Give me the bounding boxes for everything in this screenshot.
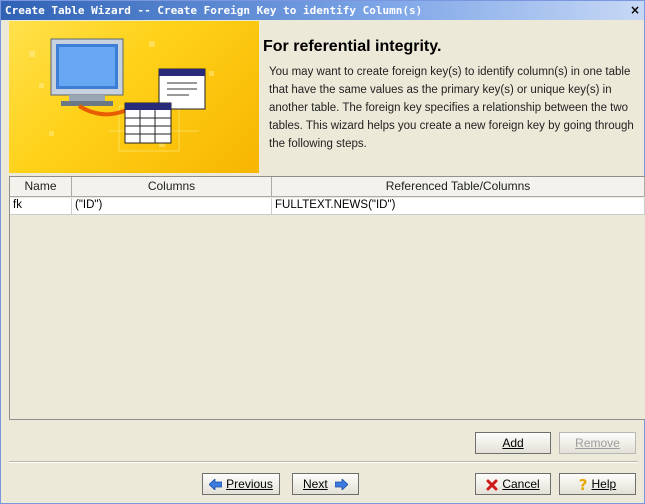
wizard-window: Create Table Wizard -- Create Foreign Ke… [0, 0, 645, 504]
question-mark-icon: ? [578, 475, 588, 494]
monitor-table-illustration-icon [29, 38, 214, 152]
window-title: Create Table Wizard -- Create Foreign Ke… [5, 4, 423, 17]
help-button[interactable]: ? Help [559, 473, 636, 495]
wizard-header: For referential integrity. You may want … [259, 21, 644, 173]
previous-button-label: Previous [226, 477, 273, 491]
table-header: Name Columns Referenced Table/Columns [10, 177, 645, 197]
foreign-key-table: Name Columns Referenced Table/Columns fk… [9, 176, 645, 420]
page-description: You may want to create foreign key(s) to… [269, 66, 634, 150]
cell-referenced[interactable]: FULLTEXT.NEWS("ID") [272, 198, 645, 214]
remove-button-label: Remove [575, 436, 620, 450]
column-header-referenced[interactable]: Referenced Table/Columns [272, 177, 645, 196]
title-bar: Create Table Wizard -- Create Foreign Ke… [1, 1, 644, 20]
divider [9, 461, 638, 463]
column-header-columns[interactable]: Columns [72, 177, 272, 196]
arrow-right-icon [335, 479, 349, 491]
cell-name[interactable]: fk [10, 198, 72, 214]
add-button-label: Add [502, 436, 524, 450]
arrow-left-icon [209, 479, 223, 491]
wizard-banner-image [9, 21, 259, 173]
cancel-button-label: Cancel [502, 477, 540, 491]
help-button-label: Help [591, 477, 617, 491]
previous-button[interactable]: Previous [202, 473, 280, 495]
next-button[interactable]: Next [292, 473, 359, 495]
next-button-label: Next [302, 477, 328, 491]
add-button[interactable]: Add [475, 432, 551, 454]
page-heading: For referential integrity. [263, 38, 442, 55]
column-header-name[interactable]: Name [10, 177, 72, 196]
table-row[interactable]: fk ("ID") FULLTEXT.NEWS("ID") [10, 198, 645, 215]
close-button[interactable]: × [628, 3, 642, 17]
cancel-button[interactable]: Cancel [475, 473, 551, 495]
remove-button[interactable]: Remove [559, 432, 636, 454]
red-x-icon [486, 479, 498, 491]
cell-columns[interactable]: ("ID") [72, 198, 272, 214]
